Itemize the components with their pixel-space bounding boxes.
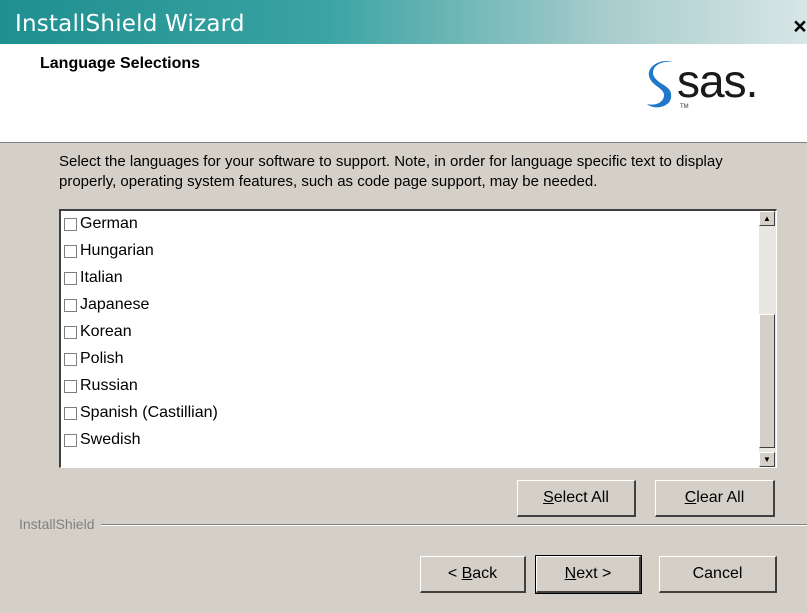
language-checkbox[interactable] [64,325,77,339]
scroll-down-button[interactable]: ▼ [759,452,775,467]
window-title: InstallShield Wizard [15,11,245,37]
list-item[interactable]: Spanish (Castillian) [64,403,218,423]
language-checkbox[interactable] [64,379,77,393]
language-label: Swedish [80,431,141,448]
installshield-divider [19,524,807,526]
next-label: ext > [576,565,612,582]
wizard-header: Language Selections sas. TM [0,44,807,143]
sas-logo-text: sas. [677,55,758,107]
select-all-mnemonic: S [543,489,554,506]
language-checkbox[interactable] [64,298,77,312]
installshield-brand-label: InstallShield [19,516,101,532]
title-bar: InstallShield Wizard × [0,0,807,44]
list-item[interactable]: Hungarian [64,241,154,261]
language-label: Spanish (Castillian) [80,404,218,421]
scroll-thumb[interactable] [759,314,775,448]
page-title: Language Selections [40,55,201,72]
scroll-up-button[interactable]: ▲ [759,211,775,226]
sas-logo: sas. TM [643,55,778,120]
next-button[interactable]: Next > [535,555,642,594]
list-item[interactable]: Italian [64,268,123,288]
language-label: Italian [80,269,123,286]
back-mnemonic: B [461,565,473,582]
language-checkbox[interactable] [64,217,77,231]
language-checkbox[interactable] [64,406,77,420]
close-button[interactable]: × [787,14,807,38]
language-label: Japanese [80,296,150,313]
back-prefix: < [447,565,462,582]
clear-all-button[interactable]: Clear All [655,480,775,517]
select-all-button[interactable]: Select All [517,480,636,517]
list-item[interactable]: Swedish [64,430,140,450]
instructions-text: Select the languages for your software t… [59,153,723,190]
language-checkbox[interactable] [64,352,77,366]
language-label: Hungarian [80,242,154,259]
clear-all-label: lear All [696,489,745,506]
list-item[interactable]: German [64,214,138,234]
cancel-label: Cancel [692,565,743,582]
arrow-down-icon: ▼ [763,455,771,464]
back-button[interactable]: < Back [420,556,526,593]
arrow-up-icon: ▲ [763,214,771,223]
list-item[interactable]: Korean [64,322,132,342]
clear-all-mnemonic: C [684,489,697,506]
language-label: German [80,215,138,232]
language-list[interactable]: German Hungarian Italian Japanese Korean… [59,209,777,468]
vertical-scrollbar[interactable]: ▲ ▼ [759,211,776,467]
language-label: Polish [80,350,124,367]
language-label: Korean [80,323,132,340]
cancel-button[interactable]: Cancel [659,556,777,593]
language-label: Russian [80,377,138,394]
next-mnemonic: N [564,565,577,582]
language-checkbox[interactable] [64,433,77,447]
language-checkbox[interactable] [64,244,77,258]
select-all-label: elect All [553,489,609,506]
language-checkbox[interactable] [64,271,77,285]
list-item[interactable]: Russian [64,376,138,396]
back-label: ack [472,565,498,582]
list-item[interactable]: Japanese [64,295,149,315]
list-item[interactable]: Polish [64,349,124,369]
sas-trademark: TM [680,104,689,110]
